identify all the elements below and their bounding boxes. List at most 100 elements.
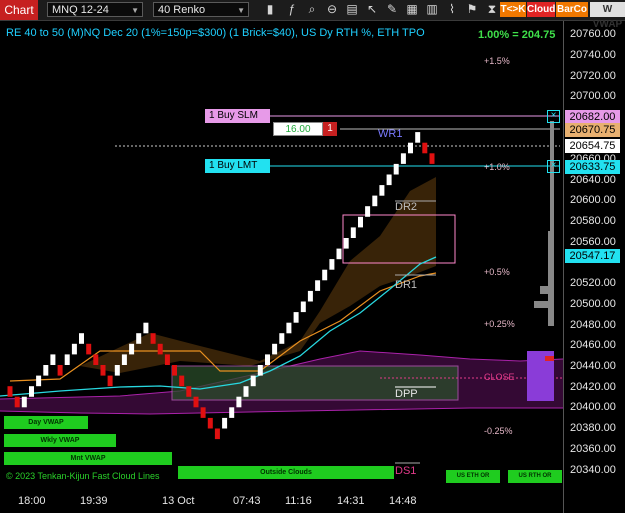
renko-brick — [64, 354, 70, 365]
renko-brick — [179, 375, 185, 387]
x-tick-label: 14:31 — [337, 495, 365, 507]
close-order-icon[interactable]: × — [547, 110, 560, 123]
price-tag-ma: 20547.17 — [565, 249, 620, 263]
renko-brick — [250, 375, 256, 387]
y-tick-label: 20500.00 — [570, 298, 616, 310]
pct-label-minus025: -0.25% — [484, 426, 513, 436]
renko-brick — [43, 365, 49, 376]
renko-brick — [408, 142, 413, 154]
renko-brick — [36, 375, 42, 387]
price-tag-current: 20654.75 — [565, 139, 620, 153]
renko-brick — [279, 333, 285, 344]
renko-brick — [358, 216, 363, 228]
y-tick-label: 20520.00 — [570, 277, 616, 289]
cursor-icon[interactable]: ↖ — [364, 1, 380, 18]
buy-lmt-tag[interactable]: 1 Buy LMT — [205, 159, 270, 173]
properties-icon[interactable]: ▦ — [404, 1, 420, 18]
y-tick-label: 20700.00 — [570, 90, 616, 102]
us-eth-or-button[interactable]: US ETH OR — [446, 470, 500, 483]
instrument-selector[interactable]: MNQ 12-24 ▼ — [47, 2, 143, 17]
wr1-label: WR1 — [378, 128, 403, 140]
y-tick-label: 20740.00 — [570, 49, 616, 61]
renko-brick — [136, 333, 142, 344]
toolbar: Chart MNQ 12-24 ▼ 40 Renko ▼ ▮ ƒ ⌕ ⊖ ▤ ↖… — [0, 0, 625, 30]
us-rth-or-button[interactable]: US RTH OR — [508, 470, 562, 483]
renko-brick — [286, 322, 292, 334]
y-tick-label: 20600.00 — [570, 194, 616, 206]
percent-scale-label: 1.00% = 204.75 — [478, 29, 556, 41]
renko-brick — [222, 417, 228, 429]
close-order-icon[interactable]: × — [547, 160, 560, 173]
close-label: CLOSE — [484, 372, 515, 382]
renko-brick — [243, 386, 249, 397]
buy-slm-tag[interactable]: 1 Buy SLM — [205, 109, 270, 123]
renko-brick — [214, 428, 220, 440]
x-tick-label: 19:39 — [80, 495, 108, 507]
renko-brick — [71, 343, 77, 355]
renko-brick — [265, 354, 270, 365]
renko-brick — [415, 132, 421, 143]
vwap-button[interactable]: W VWAP — [590, 2, 625, 30]
renko-brick — [315, 280, 321, 291]
hourglass-icon[interactable]: ⧗ — [484, 1, 500, 18]
renko-brick — [293, 312, 299, 323]
bar-type-label: 40 Renko — [158, 4, 206, 16]
template-icon[interactable]: ▤ — [344, 1, 360, 18]
pen-icon[interactable]: ✎ — [384, 1, 400, 18]
renko-brick — [121, 354, 127, 365]
tck-button[interactable]: T<>K — [500, 2, 526, 17]
time-axis[interactable]: 18:00 19:39 13 Oct 07:43 11:16 14:31 14:… — [0, 492, 563, 513]
day-vwap-button[interactable]: Day VWAP — [4, 416, 88, 429]
chevron-down-icon: ▼ — [131, 6, 139, 15]
renko-brick — [143, 322, 149, 334]
mnt-vwap-button[interactable]: Mnt VWAP — [4, 452, 172, 465]
price-tag-buy-lmt: 20633.75 — [565, 160, 620, 174]
pct-label-plus025: +0.25% — [484, 319, 515, 329]
price-axis[interactable]: 20760.00 20740.00 20720.00 20700.00 2066… — [563, 21, 625, 513]
qty-count-badge[interactable]: 1 — [323, 122, 337, 136]
renko-brick — [350, 227, 356, 238]
qty-input[interactable]: 16.00 — [273, 122, 323, 136]
x-tick-label: 07:43 — [233, 495, 261, 507]
renko-brick — [393, 163, 399, 175]
cloud-button[interactable]: Cloud — [527, 2, 555, 17]
pct-label-plus10: +1.0% — [484, 162, 510, 172]
y-tick-label: 20720.00 — [570, 70, 616, 82]
renko-brick — [300, 301, 306, 313]
x-tick-label: 14:48 — [389, 495, 417, 507]
pct-label-plus15: +1.5% — [484, 56, 510, 66]
indicator-icon[interactable]: ƒ — [284, 1, 300, 18]
wkly-vwap-button[interactable]: Wkly VWAP — [4, 434, 116, 447]
strategy-icon[interactable]: ⚑ — [464, 1, 480, 18]
renko-brick — [329, 259, 335, 270]
zoom-out-icon[interactable]: ⊖ — [324, 1, 340, 18]
bar-chart-icon[interactable]: ▮ — [262, 1, 278, 18]
renko-brick — [193, 396, 199, 408]
y-tick-label: 20440.00 — [570, 360, 616, 372]
y-tick-label: 20380.00 — [570, 422, 616, 434]
renko-brick — [107, 375, 113, 387]
y-tick-label: 20580.00 — [570, 215, 616, 227]
bar-type-selector[interactable]: 40 Renko ▼ — [153, 2, 249, 17]
renko-brick — [93, 354, 99, 365]
renko-brick — [186, 386, 192, 397]
renko-brick — [200, 407, 206, 418]
renko-brick — [150, 333, 156, 344]
data-series-icon[interactable]: ⌇ — [444, 1, 460, 18]
barco-button[interactable]: BarCo — [556, 2, 588, 17]
chart-style-icon[interactable]: ▥ — [424, 1, 440, 18]
price-tag-high: 20670.75 — [565, 123, 620, 137]
chart-tab[interactable]: Chart — [0, 0, 38, 20]
y-tick-label: 20420.00 — [570, 381, 616, 393]
renko-brick — [229, 407, 235, 418]
renko-brick — [79, 333, 84, 344]
y-tick-label: 20560.00 — [570, 236, 616, 248]
renko-brick — [272, 343, 278, 355]
renko-brick — [207, 417, 213, 429]
y-tick-label: 20460.00 — [570, 339, 616, 351]
search-icon[interactable]: ⌕ — [304, 1, 320, 18]
dr1-label: DR1 — [395, 279, 418, 291]
y-tick-label: 20640.00 — [570, 174, 616, 186]
y-tick-label: 20360.00 — [570, 443, 616, 455]
outside-clouds-button[interactable]: Outside Clouds — [178, 466, 394, 479]
